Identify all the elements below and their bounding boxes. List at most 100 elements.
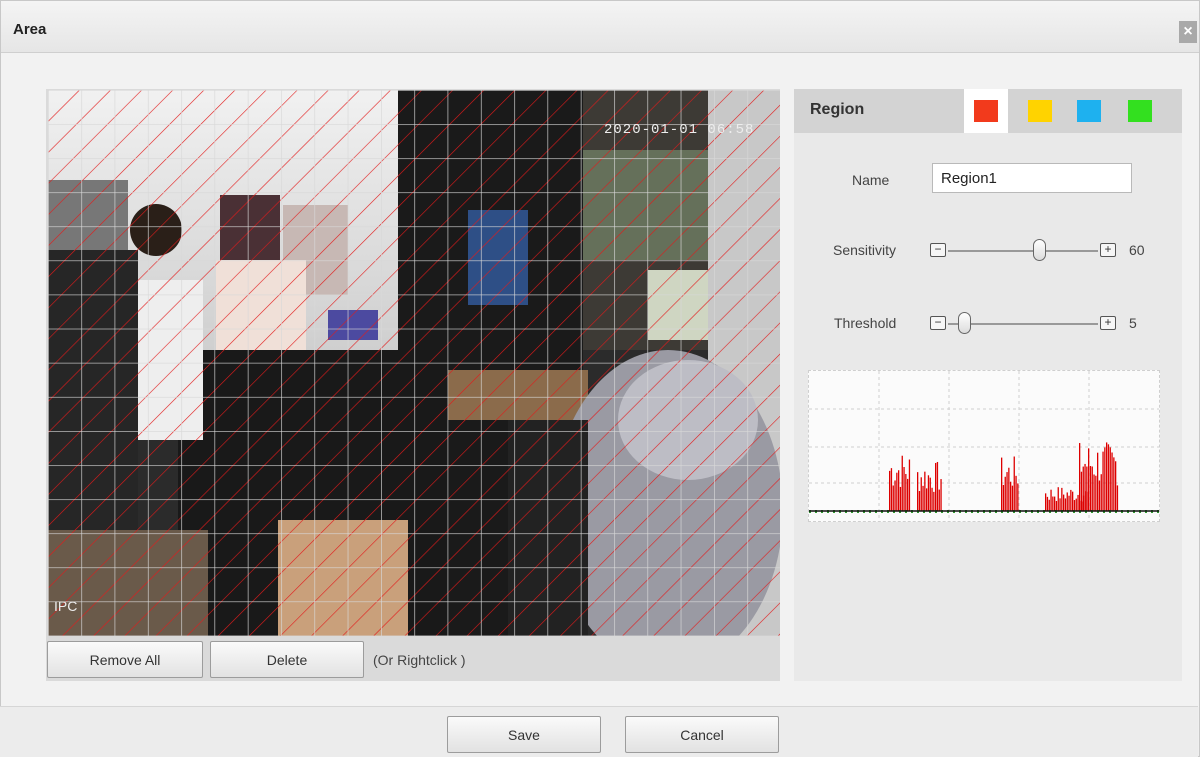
- graph-bar: [1045, 493, 1047, 511]
- green-swatch: [1128, 100, 1152, 122]
- graph-bar: [917, 472, 919, 511]
- graph-bar: [905, 473, 907, 511]
- graph-bar: [890, 468, 893, 511]
- graph-bar: [892, 485, 894, 511]
- graph-bar: [1095, 475, 1097, 511]
- graph-bar: [938, 489, 940, 511]
- video-preview[interactable]: 2020-01-01 06:58 IPC: [48, 90, 780, 636]
- graph-bar: [1111, 452, 1113, 511]
- graph-bar: [1082, 466, 1084, 511]
- graph-bar: [1088, 448, 1090, 511]
- graph-bar: [1079, 443, 1081, 511]
- graph-bar: [1075, 498, 1077, 511]
- graph-bar: [1059, 498, 1061, 511]
- threshold-increase-button[interactable]: +: [1100, 316, 1116, 330]
- graph-bar: [1017, 483, 1019, 511]
- cancel-button[interactable]: Cancel: [625, 716, 779, 753]
- graph-bar: [924, 471, 926, 511]
- graph-bar: [1107, 444, 1110, 511]
- graph-bar: [1054, 496, 1056, 511]
- region-tab-red[interactable]: [964, 89, 1008, 133]
- graph-bar: [920, 477, 922, 511]
- video-scene: [48, 90, 780, 636]
- graph-bar: [1106, 442, 1108, 511]
- graph-bar: [1102, 451, 1104, 511]
- graph-bar: [1008, 467, 1010, 511]
- graph-bar: [936, 461, 939, 511]
- graph-bar: [922, 485, 924, 511]
- graph-bar: [894, 480, 896, 511]
- save-button[interactable]: Save: [447, 716, 601, 753]
- graph-bar: [1063, 494, 1065, 511]
- sensitivity-increase-button[interactable]: +: [1100, 243, 1116, 257]
- graph-bar: [1011, 485, 1014, 511]
- graph-bar: [1091, 466, 1093, 511]
- graph-bar: [1055, 500, 1058, 511]
- graph-bar: [1104, 447, 1106, 511]
- dialog-titlebar: Area ×: [1, 1, 1199, 53]
- rightclick-hint: (Or Rightclick ): [373, 652, 466, 668]
- region-tab-blue[interactable]: [1067, 89, 1111, 133]
- graph-bar: [1006, 472, 1008, 511]
- threshold-decrease-button[interactable]: −: [930, 316, 946, 330]
- graph-bar: [1115, 461, 1117, 511]
- region-tab-yellow[interactable]: [1018, 89, 1062, 133]
- remove-all-button[interactable]: Remove All: [47, 641, 203, 678]
- threshold-value: 5: [1129, 315, 1137, 331]
- graph-bar: [1068, 495, 1070, 511]
- graph-bar: [908, 459, 911, 511]
- graph-bar: [1109, 447, 1111, 511]
- sensitivity-value: 60: [1129, 242, 1145, 258]
- graph-bar: [1100, 474, 1102, 511]
- graph-bar: [1010, 481, 1012, 511]
- threshold-label: Threshold: [834, 315, 897, 331]
- region-tab-green[interactable]: [1118, 89, 1162, 133]
- graph-bar: [1073, 500, 1076, 511]
- graph-bar: [918, 491, 921, 511]
- sensitivity-slider-handle[interactable]: [1033, 239, 1046, 261]
- close-icon[interactable]: ×: [1179, 21, 1197, 43]
- graph-bar: [1002, 484, 1005, 511]
- graph-bar: [1072, 491, 1074, 511]
- graph-bar: [1057, 487, 1059, 511]
- graph-bar: [940, 479, 942, 511]
- graph-bar: [1001, 457, 1003, 511]
- graph-bar: [896, 472, 898, 511]
- yellow-swatch: [1028, 100, 1052, 122]
- sensitivity-track[interactable]: [948, 250, 1098, 252]
- region-label: Region: [810, 101, 865, 118]
- motion-graph: [808, 370, 1160, 522]
- graph-bar: [1097, 452, 1099, 511]
- dialog-title: Area: [13, 21, 47, 38]
- graph-bar: [1084, 463, 1086, 511]
- sensitivity-decrease-button[interactable]: −: [930, 243, 946, 257]
- graph-bar: [1061, 487, 1063, 511]
- graph-bar: [898, 470, 900, 511]
- graph-bar: [1089, 465, 1092, 511]
- graph-bar: [1046, 496, 1049, 511]
- motion-graph-canvas: [809, 371, 1159, 521]
- blue-swatch: [1077, 100, 1101, 122]
- graph-bar: [1070, 489, 1072, 511]
- graph-bar: [927, 475, 930, 511]
- graph-bar: [1013, 456, 1015, 511]
- graph-bar: [933, 491, 935, 511]
- graph-bar: [907, 478, 909, 511]
- delete-button[interactable]: Delete: [210, 641, 364, 678]
- threshold-slider-handle[interactable]: [958, 312, 971, 334]
- graph-bar: [1052, 496, 1054, 511]
- graph-bar: [1004, 476, 1006, 511]
- sensitivity-label: Sensitivity: [833, 242, 897, 258]
- graph-bar: [935, 462, 937, 511]
- red-swatch: [974, 100, 998, 122]
- graph-bar: [1093, 474, 1095, 511]
- graph-bar: [1064, 498, 1067, 511]
- graph-bar: [1116, 485, 1119, 511]
- graph-bar: [1086, 466, 1088, 511]
- graph-bar: [899, 486, 902, 511]
- name-input[interactable]: [932, 163, 1132, 193]
- timestamp-overlay: 2020-01-01 06:58: [604, 122, 755, 138]
- graph-bar: [1050, 489, 1052, 511]
- graph-bar: [1066, 492, 1068, 511]
- graph-bar: [926, 488, 928, 511]
